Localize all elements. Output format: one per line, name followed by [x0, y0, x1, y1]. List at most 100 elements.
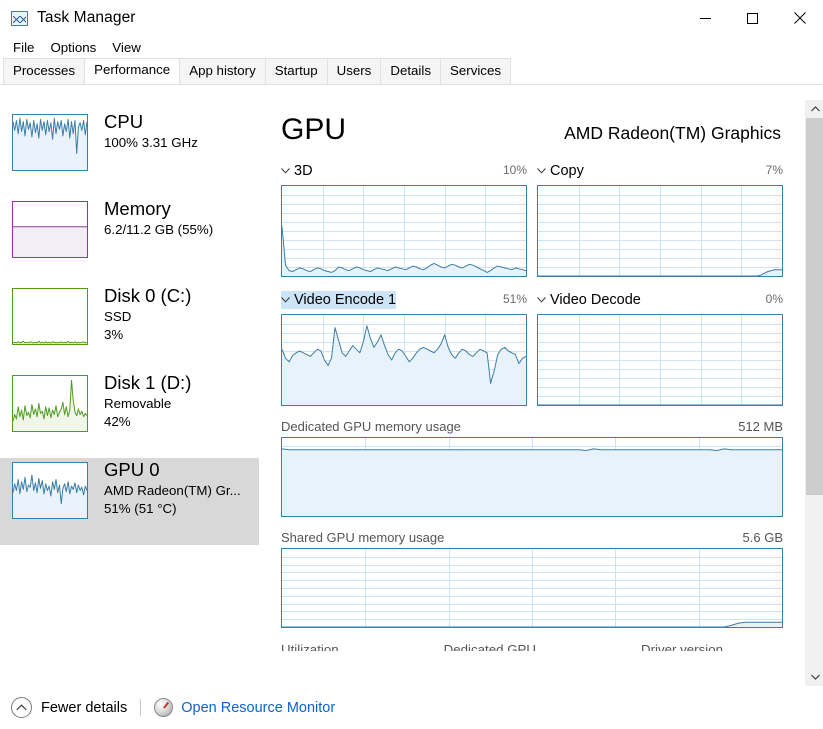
- task-manager-icon: [11, 10, 28, 26]
- menu-item-file[interactable]: File: [5, 39, 42, 56]
- shared-memory-label: Shared GPU memory usage: [281, 530, 445, 545]
- title-bar: Task Manager: [0, 0, 823, 36]
- stat-utilization-label: Utilization: [281, 642, 339, 651]
- engine-cell-video-encode: Video Encode 1 51%: [281, 291, 527, 406]
- menu-item-view[interactable]: View: [104, 39, 149, 56]
- shared-memory-section: Shared GPU memory usage 5.6 GB: [281, 530, 783, 628]
- gpu-stats-row-clipped: Utilization Dedicated GPU Driver version: [281, 642, 783, 651]
- chevron-down-icon: [537, 297, 546, 303]
- stat-dedicated-gpu-label: Dedicated GPU: [443, 642, 537, 651]
- sidebar-item-gpu0[interactable]: GPU 0 AMD Radeon(TM) Gr... 51% (51 °C): [0, 458, 259, 545]
- sidebar-item-disk1-title: Disk 1 (D:): [104, 372, 192, 393]
- engine-3d-label: 3D: [294, 163, 313, 179]
- engine-3d-graph: [281, 185, 527, 277]
- engine-video-encode-header: Video Encode 1 51%: [281, 291, 527, 311]
- engine-row-1: 3D 10% Copy 7%: [281, 162, 783, 277]
- tab-users[interactable]: Users: [326, 58, 382, 84]
- gpu-model-name: AMD Radeon(TM) Graphics: [564, 123, 781, 143]
- minimize-button[interactable]: [682, 0, 729, 36]
- engine-copy-header: Copy 7%: [537, 162, 783, 182]
- scroll-down-button[interactable]: [806, 668, 823, 686]
- performance-content: CPU 100% 3.31 GHz Memory 6.2/11.2 GB (55…: [0, 100, 823, 686]
- engine-3d-header: 3D 10%: [281, 162, 527, 182]
- dedicated-memory-value: 512 MB: [738, 419, 783, 434]
- tab-strip: Processes Performance App history Startu…: [0, 58, 823, 85]
- shared-memory-value: 5.6 GB: [742, 530, 783, 545]
- sidebar-item-disk1[interactable]: Disk 1 (D:) Removable 42%: [0, 371, 259, 458]
- tab-details[interactable]: Details: [380, 58, 441, 84]
- footer-bar: Fewer details Open Resource Monitor: [0, 686, 823, 729]
- engine-video-decode-percent: 0%: [765, 292, 783, 306]
- sidebar-item-disk0-usage: 3%: [104, 326, 124, 342]
- sidebar-item-disk0[interactable]: Disk 0 (C:) SSD 3%: [0, 284, 259, 371]
- memory-thumbnail-graph: [12, 201, 88, 258]
- engine-video-decode-header: Video Decode 0%: [537, 291, 783, 311]
- page-title: GPU: [281, 113, 347, 146]
- engine-video-decode-graph: [537, 314, 783, 406]
- tab-performance[interactable]: Performance: [84, 58, 181, 84]
- sidebar-item-disk1-usage: 42%: [104, 413, 131, 429]
- chevron-up-circle-icon: [11, 697, 32, 718]
- scrollbar-track[interactable]: [806, 118, 823, 668]
- sidebar-item-disk0-title: Disk 0 (C:): [104, 285, 192, 306]
- engine-copy-label: Copy: [550, 163, 584, 179]
- tab-app-history[interactable]: App history: [179, 58, 266, 84]
- chevron-up-icon: [810, 106, 820, 112]
- menu-item-options[interactable]: Options: [42, 39, 104, 56]
- engine-copy-selector[interactable]: Copy: [537, 162, 584, 180]
- scrollbar-thumb[interactable]: [806, 118, 823, 495]
- engine-cell-copy: Copy 7%: [537, 162, 783, 277]
- main-scrollbar[interactable]: [805, 100, 823, 686]
- chevron-down-icon: [281, 297, 290, 303]
- close-button[interactable]: [776, 0, 823, 36]
- sidebar-item-cpu[interactable]: CPU 100% 3.31 GHz: [0, 110, 259, 197]
- window-controls: [682, 0, 823, 36]
- tab-startup[interactable]: Startup: [264, 58, 328, 84]
- sidebar-item-memory-detail: 6.2/11.2 GB (55%): [104, 222, 214, 237]
- tab-services[interactable]: Services: [440, 58, 511, 84]
- stat-driver-version-label: Driver version: [640, 642, 723, 651]
- engine-3d-percent: 10%: [502, 163, 527, 177]
- engine-video-encode-label: Video Encode 1: [294, 292, 397, 308]
- sidebar-item-gpu0-model: AMD Radeon(TM) Gr...: [104, 483, 241, 498]
- dedicated-memory-section: Dedicated GPU memory usage 512 MB: [281, 419, 783, 517]
- dedicated-memory-graph: [281, 437, 783, 517]
- maximize-button[interactable]: [729, 0, 776, 36]
- resource-monitor-icon: [154, 698, 174, 717]
- engine-copy-percent: 7%: [765, 163, 783, 177]
- footer-divider: [140, 699, 142, 716]
- engine-video-decode-selector[interactable]: Video Decode: [537, 291, 641, 309]
- sidebar-item-cpu-detail: 100% 3.31 GHz: [104, 135, 198, 150]
- fewer-details-label: Fewer details: [41, 699, 128, 716]
- disk1-thumbnail-graph: [12, 375, 88, 432]
- engine-video-decode-label: Video Decode: [550, 292, 641, 308]
- sidebar-item-gpu0-title: GPU 0: [104, 459, 160, 480]
- open-resource-monitor-label: Open Resource Monitor: [181, 699, 336, 716]
- chevron-down-icon: [281, 168, 290, 174]
- sidebar-item-disk1-type: Removable: [104, 396, 172, 411]
- menu-bar: File Options View: [0, 36, 823, 58]
- engine-cell-3d: 3D 10%: [281, 162, 527, 277]
- gpu-header: GPU AMD Radeon(TM) Graphics: [281, 112, 783, 148]
- engine-video-encode-percent: 51%: [502, 292, 527, 306]
- sidebar-item-memory-title: Memory: [104, 198, 171, 219]
- cpu-thumbnail-graph: [12, 114, 88, 171]
- engine-3d-selector[interactable]: 3D: [281, 162, 313, 180]
- sidebar-item-cpu-title: CPU: [104, 111, 144, 132]
- disk0-thumbnail-graph: [12, 288, 88, 345]
- engine-video-encode-graph: [281, 314, 527, 406]
- shared-memory-graph: [281, 548, 783, 628]
- engine-copy-graph: [537, 185, 783, 277]
- gpu-detail-panel: GPU AMD Radeon(TM) Graphics 3D 10% Copy …: [259, 100, 823, 686]
- fewer-details-button[interactable]: Fewer details: [11, 697, 127, 718]
- window-title: Task Manager: [37, 9, 136, 26]
- engine-video-encode-selector[interactable]: Video Encode 1: [281, 291, 397, 309]
- tab-processes[interactable]: Processes: [3, 58, 86, 84]
- scroll-up-button[interactable]: [806, 100, 823, 118]
- chevron-down-icon: [810, 674, 820, 680]
- engine-cell-video-decode: Video Decode 0%: [537, 291, 783, 406]
- resource-sidebar: CPU 100% 3.31 GHz Memory 6.2/11.2 GB (55…: [0, 100, 259, 686]
- open-resource-monitor-link[interactable]: Open Resource Monitor: [154, 698, 335, 717]
- sidebar-item-memory[interactable]: Memory 6.2/11.2 GB (55%): [0, 197, 259, 284]
- engine-row-2: Video Encode 1 51% Video Decode 0%: [281, 291, 783, 406]
